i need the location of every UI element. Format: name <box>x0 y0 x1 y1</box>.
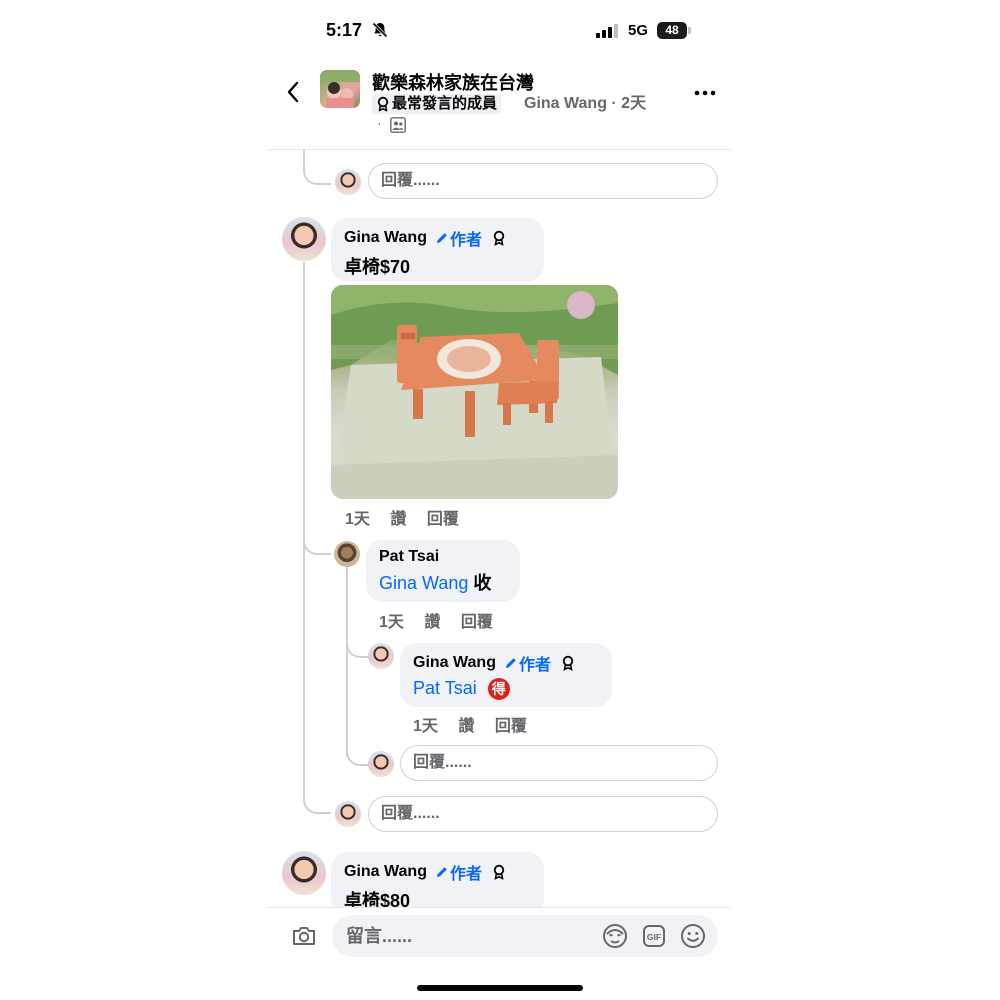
status-time: 5:17 <box>326 20 363 40</box>
reply-button[interactable]: 回覆 <box>461 614 493 631</box>
back-chevron-icon[interactable] <box>282 79 306 105</box>
phone-screen: 5:17 5G 48 歡樂森林家族在台灣 最常發言的成員 Gina Wang ·… <box>268 0 731 1000</box>
reply-bubble: Pat Tsai Gina Wang 收 <box>366 540 520 602</box>
meta-separator: · <box>377 115 382 131</box>
reply-input[interactable]: 回覆...... <box>400 745 718 781</box>
badge-icon <box>561 655 575 671</box>
commenter-name[interactable]: Gina Wang <box>344 229 427 247</box>
commenter-name[interactable]: Gina Wang <box>344 863 427 881</box>
reply-text: 收 <box>468 573 492 593</box>
reply-input[interactable]: 回覆...... <box>368 796 718 832</box>
commenter-avatar[interactable] <box>368 643 394 669</box>
badge-icon <box>492 864 506 880</box>
home-indicator <box>417 985 583 991</box>
thread-connector-reply-3 <box>303 780 331 814</box>
like-button[interactable]: 讚 <box>424 614 440 631</box>
user-avatar <box>368 751 394 777</box>
signal-icon <box>596 24 618 38</box>
battery-tip <box>688 27 691 34</box>
mention-link[interactable]: Pat Tsai <box>413 678 477 698</box>
reply-button[interactable]: 回覆 <box>495 718 527 735</box>
mention-link[interactable]: Gina Wang <box>379 573 468 593</box>
sticker-get-icon: 得 <box>487 678 510 701</box>
commenter-avatar[interactable] <box>334 541 360 567</box>
mute-bell-icon <box>372 22 388 38</box>
comment-photo[interactable] <box>331 285 618 499</box>
top-contributor-badge: 最常發言的成員 <box>372 94 502 114</box>
badge-icon <box>492 230 506 246</box>
reply-time: 1天 <box>413 718 438 735</box>
comment-actions: 1天 讚 回覆 <box>345 505 475 529</box>
more-options-icon[interactable] <box>693 83 717 103</box>
avatar-sticker-icon[interactable] <box>602 923 628 949</box>
group-thumbnail[interactable] <box>320 70 360 108</box>
thread-line-top <box>303 150 331 185</box>
author-tag: 作者 <box>504 651 551 675</box>
post-author-meta[interactable]: Gina Wang · 2天 <box>524 94 646 114</box>
commenter-avatar[interactable] <box>282 851 326 895</box>
author-tag: 作者 <box>435 226 482 250</box>
header-divider <box>268 149 731 150</box>
reply-bubble: Gina Wang 作者 Pat Tsai 得 <box>400 643 612 707</box>
comment-bubble: Gina Wang 作者 卓椅$70 <box>331 218 544 282</box>
like-button[interactable]: 讚 <box>458 718 474 735</box>
reply-actions: 1天 讚 回覆 <box>413 712 543 736</box>
comment-text: 卓椅$70 <box>344 257 411 277</box>
camera-icon[interactable] <box>291 924 317 948</box>
network-label: 5G <box>628 22 649 39</box>
thread-connector-pat <box>303 528 331 555</box>
reply-button[interactable]: 回覆 <box>427 511 459 528</box>
group-audience-icon <box>390 117 406 133</box>
author-tag: 作者 <box>435 860 482 884</box>
thread-line-pat <box>346 567 348 757</box>
thread-connector-gina <box>346 630 370 658</box>
thread-connector-reply-2 <box>346 738 370 766</box>
svg-text:GIF: GIF <box>647 932 661 942</box>
badge-icon <box>377 96 389 112</box>
commenter-name[interactable]: Gina Wang <box>413 654 496 672</box>
commenter-name[interactable]: Pat Tsai <box>379 548 439 566</box>
reply-input[interactable]: 回覆...... <box>368 163 718 199</box>
like-button[interactable]: 讚 <box>390 511 406 528</box>
gif-icon[interactable]: GIF <box>642 924 666 948</box>
badge-label: 最常發言的成員 <box>392 95 498 112</box>
pencil-icon <box>436 867 447 877</box>
pencil-icon <box>436 233 447 243</box>
commenter-avatar[interactable] <box>282 217 326 261</box>
battery-level: 48 <box>657 22 687 39</box>
user-avatar <box>335 169 361 195</box>
pencil-icon <box>505 658 516 668</box>
composer-divider <box>268 907 731 908</box>
reply-time: 1天 <box>379 614 404 631</box>
comment-time: 1天 <box>345 511 370 528</box>
group-name[interactable]: 歡樂森林家族在台灣 <box>372 69 534 95</box>
emoji-icon[interactable] <box>680 923 706 949</box>
reply-actions: 1天 讚 回覆 <box>379 608 509 632</box>
user-avatar <box>335 801 361 827</box>
thread-line-main <box>303 262 305 786</box>
